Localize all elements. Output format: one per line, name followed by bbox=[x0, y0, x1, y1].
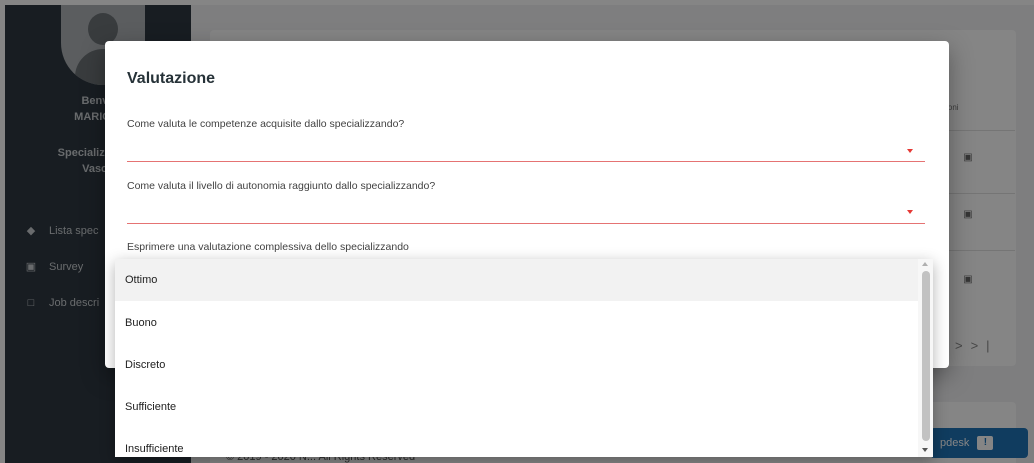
option-insufficiente[interactable]: Insufficiente bbox=[115, 428, 918, 457]
chevron-down-icon[interactable] bbox=[907, 210, 913, 214]
valutazione-dropdown-menu[interactable]: Ottimo Buono Discreto Sufficiente Insuff… bbox=[115, 259, 933, 457]
scroll-up-icon[interactable] bbox=[922, 262, 928, 266]
app-page: Benve MARIO N Specializzazion Vasco ◆ Li… bbox=[0, 0, 1034, 463]
dialog-title: Valutazione bbox=[127, 70, 216, 87]
scrollbar-thumb[interactable] bbox=[922, 271, 930, 441]
dropdown-scrollbar[interactable] bbox=[918, 259, 933, 457]
question-label-autonomia: Come valuta il livello di autonomia ragg… bbox=[127, 180, 436, 192]
select-autonomia[interactable] bbox=[127, 223, 925, 224]
chevron-down-icon[interactable] bbox=[907, 149, 913, 153]
option-discreto[interactable]: Discreto bbox=[115, 344, 918, 386]
question-label-complessiva: Esprimere una valutazione complessiva de… bbox=[127, 241, 409, 253]
option-ottimo[interactable]: Ottimo bbox=[115, 259, 918, 301]
question-label-competenze: Come valuta le competenze acquisite dall… bbox=[127, 118, 405, 130]
option-buono[interactable]: Buono bbox=[115, 302, 918, 344]
option-sufficiente[interactable]: Sufficiente bbox=[115, 386, 918, 428]
scroll-down-icon[interactable] bbox=[922, 448, 928, 452]
select-competenze[interactable] bbox=[127, 161, 925, 162]
